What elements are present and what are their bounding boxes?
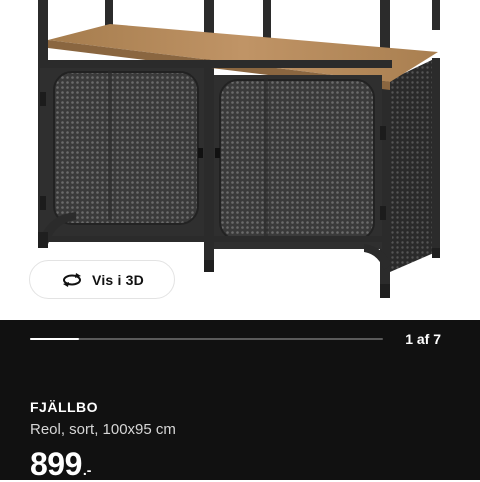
product-info-panel: 1 af 7 FJÄLLBO Reol, sort, 100x95 cm 899… bbox=[0, 320, 480, 481]
gallery-progress-bar[interactable] bbox=[30, 338, 383, 340]
rotate-3d-icon bbox=[63, 272, 82, 287]
view-3d-label: Vis i 3D bbox=[92, 271, 144, 288]
product-image-area[interactable]: Vis i 3D bbox=[0, 0, 480, 320]
gallery-page-counter: 1 af 7 bbox=[405, 331, 441, 347]
price-amount: 899 bbox=[30, 446, 82, 482]
product-price: 899 .- bbox=[30, 447, 91, 481]
view-3d-button[interactable]: Vis i 3D bbox=[29, 260, 175, 299]
gallery-progress-fill bbox=[30, 338, 80, 340]
price-suffix: .- bbox=[82, 462, 92, 478]
product-description: Reol, sort, 100x95 cm bbox=[30, 421, 176, 438]
product-name: FJÄLLBO bbox=[30, 399, 99, 415]
